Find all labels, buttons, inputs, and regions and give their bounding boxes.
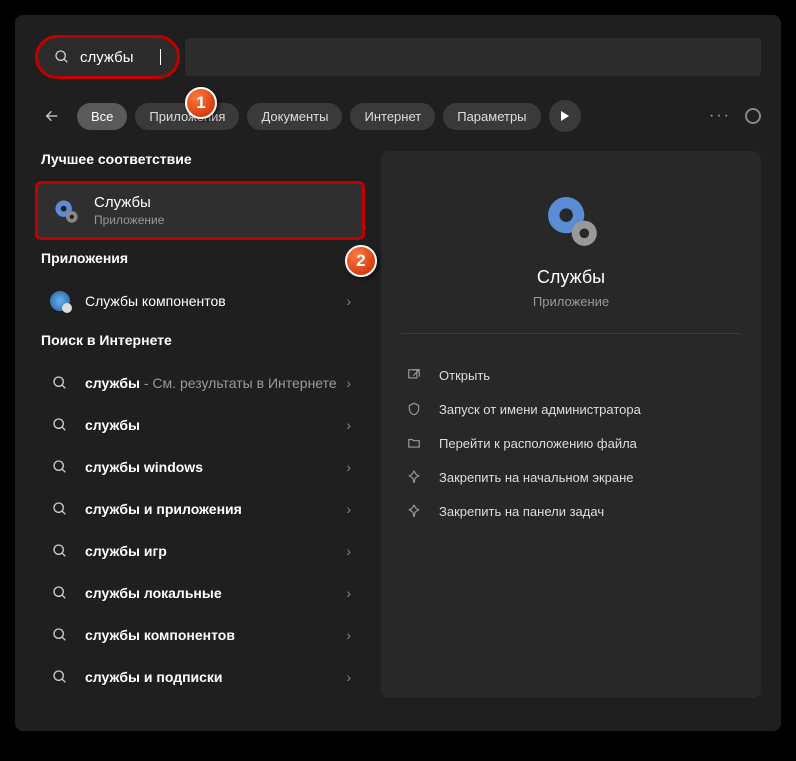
search-icon — [49, 666, 71, 688]
annotation-badge-1: 1 — [185, 87, 217, 119]
back-button[interactable] — [35, 99, 69, 133]
preview-app-icon — [542, 191, 600, 249]
search-input[interactable]: службы — [80, 49, 160, 66]
results-panel: Лучшее соответствие Службы Приложение Пр… — [35, 151, 365, 698]
best-match-item[interactable]: Службы Приложение — [35, 181, 365, 240]
chevron-right-icon: › — [346, 375, 351, 391]
chevron-right-icon: › — [346, 627, 351, 643]
action-admin[interactable]: Запуск от имени администратора — [381, 392, 761, 426]
chevron-right-icon: › — [346, 417, 351, 433]
more-filters-button[interactable] — [549, 100, 581, 132]
action-label: Открыть — [439, 368, 490, 383]
annotation-badge-2: 2 — [345, 245, 377, 277]
action-pin[interactable]: Закрепить на панели задач — [381, 494, 761, 528]
open-icon — [405, 366, 423, 384]
filter-all[interactable]: Все — [77, 103, 127, 130]
web-result-label: службы и подписки — [85, 669, 346, 685]
web-result-item[interactable]: службы и подписки› — [35, 656, 365, 698]
search-icon — [49, 372, 71, 394]
web-result-item[interactable]: службы - См. результаты в Интернете› — [35, 362, 365, 404]
pin-icon — [405, 502, 423, 520]
preview-panel: Службы Приложение Открыть Запуск от имени… — [381, 151, 761, 698]
web-result-label: службы игр — [85, 543, 346, 559]
search-icon — [49, 456, 71, 478]
section-best-match: Лучшее соответствие — [41, 151, 365, 167]
action-label: Перейти к расположению файла — [439, 436, 637, 451]
chevron-right-icon: › — [346, 585, 351, 601]
filter-row: Все Приложения Документы Интернет Параме… — [15, 99, 781, 151]
best-match-sub: Приложение — [94, 213, 348, 227]
web-result-label: службы - См. результаты в Интернете — [85, 375, 346, 391]
web-result-label: службы компонентов — [85, 627, 346, 643]
overflow-menu-icon[interactable]: ··· — [709, 107, 731, 125]
filter-docs[interactable]: Документы — [247, 103, 342, 130]
action-pin[interactable]: Закрепить на начальном экране — [381, 460, 761, 494]
web-result-item[interactable]: службы и приложения› — [35, 488, 365, 530]
web-result-item[interactable]: службы локальные› — [35, 572, 365, 614]
folder-icon — [405, 434, 423, 452]
web-result-label: службы windows — [85, 459, 346, 475]
app-result-item[interactable]: Службы компонентов › — [35, 280, 365, 322]
section-apps: Приложения — [41, 250, 365, 266]
web-result-item[interactable]: службы компонентов› — [35, 614, 365, 656]
component-services-icon — [49, 290, 71, 312]
chevron-right-icon: › — [346, 543, 351, 559]
admin-icon — [405, 400, 423, 418]
search-bar-bg[interactable] — [185, 38, 761, 76]
web-result-item[interactable]: службы› — [35, 404, 365, 446]
action-label: Закрепить на начальном экране — [439, 470, 634, 485]
search-bar[interactable]: службы — [35, 35, 180, 79]
preview-sub: Приложение — [381, 294, 761, 309]
pin-icon — [405, 468, 423, 486]
action-folder[interactable]: Перейти к расположению файла — [381, 426, 761, 460]
action-label: Запуск от имени администратора — [439, 402, 641, 417]
search-container: службы — [35, 35, 761, 79]
best-match-title: Службы — [94, 194, 348, 211]
section-web: Поиск в Интернете — [41, 332, 365, 348]
action-open[interactable]: Открыть — [381, 358, 761, 392]
search-icon — [54, 49, 70, 65]
chevron-right-icon: › — [346, 293, 351, 309]
preview-title: Службы — [381, 267, 761, 288]
search-icon — [49, 624, 71, 646]
divider — [401, 333, 741, 334]
filter-settings[interactable]: Параметры — [443, 103, 540, 130]
web-result-label: службы — [85, 417, 346, 433]
search-icon — [49, 414, 71, 436]
filter-internet[interactable]: Интернет — [350, 103, 435, 130]
chevron-right-icon: › — [346, 669, 351, 685]
web-result-item[interactable]: службы windows› — [35, 446, 365, 488]
search-icon — [49, 540, 71, 562]
services-app-icon — [52, 197, 80, 225]
web-result-item[interactable]: службы игр› — [35, 530, 365, 572]
web-result-label: службы локальные — [85, 585, 346, 601]
search-icon — [49, 582, 71, 604]
account-icon[interactable] — [745, 108, 761, 124]
chevron-right-icon: › — [346, 459, 351, 475]
text-cursor — [160, 49, 161, 65]
web-result-label: службы и приложения — [85, 501, 346, 517]
chevron-right-icon: › — [346, 501, 351, 517]
app-result-label: Службы компонентов — [85, 293, 346, 309]
action-label: Закрепить на панели задач — [439, 504, 604, 519]
search-icon — [49, 498, 71, 520]
